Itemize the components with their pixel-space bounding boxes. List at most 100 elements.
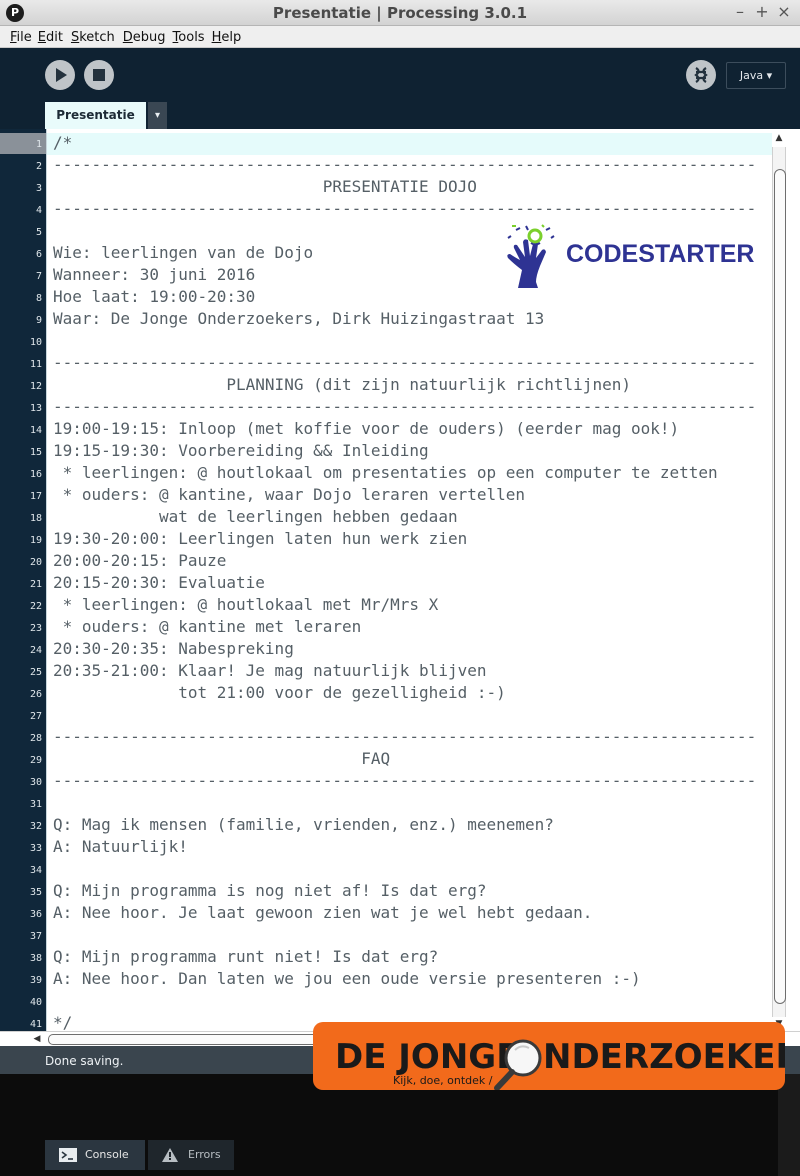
code-line: * leerlingen: @ houtlokaal om presentati… bbox=[53, 463, 718, 482]
stop-icon bbox=[93, 69, 105, 81]
line-number: 2 bbox=[35, 161, 42, 172]
line-number: 22 bbox=[29, 601, 42, 612]
run-icon bbox=[56, 68, 67, 82]
line-number: 10 bbox=[29, 337, 42, 348]
line-number: 1 bbox=[35, 139, 42, 150]
close-button[interactable]: × bbox=[774, 2, 794, 22]
run-button[interactable] bbox=[45, 60, 75, 90]
line-number: 8 bbox=[35, 293, 42, 304]
line-number: 30 bbox=[29, 777, 42, 788]
line-number: 5 bbox=[35, 227, 42, 238]
line-number: 20 bbox=[29, 557, 42, 568]
menu-edit[interactable]: Edit bbox=[38, 27, 63, 45]
menu-debug[interactable]: Debug bbox=[123, 27, 166, 45]
line-number: 3 bbox=[35, 183, 42, 194]
line-number: 31 bbox=[29, 799, 42, 810]
code-line: 19:30-20:00: Leerlingen laten hun werk z… bbox=[53, 529, 468, 548]
code-line: Hoe laat: 19:00-20:30 bbox=[53, 287, 256, 306]
menu-tools-label: ools bbox=[178, 30, 205, 45]
menu-help[interactable]: Help bbox=[212, 27, 242, 45]
code-line: FAQ bbox=[53, 749, 391, 768]
line-number: 9 bbox=[35, 315, 42, 326]
line-number: 15 bbox=[29, 447, 42, 458]
line-number: 41 bbox=[29, 1019, 42, 1030]
line-number: 17 bbox=[29, 491, 42, 502]
banner-title-onderzoekers: NDERZOEKERS bbox=[543, 1037, 785, 1077]
code-line: A: Natuurlijk! bbox=[53, 837, 188, 856]
menu-debug-label: ebug bbox=[132, 30, 166, 45]
menu-help-label: elp bbox=[221, 30, 242, 45]
menu-file-label: ile bbox=[16, 30, 32, 45]
code-line: Q: Mag ik mensen (familie, vrienden, enz… bbox=[53, 815, 554, 834]
code-line: /* bbox=[53, 133, 73, 152]
code-line: Q: Mijn programma is nog niet af! Is dat… bbox=[53, 881, 487, 900]
tab-console[interactable]: Console bbox=[45, 1140, 145, 1170]
sketch-tab-bar: Presentatie ▾ bbox=[0, 102, 800, 129]
codestarter-logo-text: CODESTARTER bbox=[566, 240, 754, 268]
debugger-button[interactable] bbox=[686, 60, 716, 90]
hand-icon bbox=[507, 224, 555, 288]
code-line: Wanneer: 30 juni 2016 bbox=[53, 265, 256, 284]
line-number: 11 bbox=[29, 359, 42, 370]
menu-sketch[interactable]: Sketch bbox=[71, 27, 115, 45]
menu-tools[interactable]: Tools bbox=[173, 27, 205, 45]
code-line: * ouders: @ kantine met leraren bbox=[53, 617, 362, 636]
banner-tagline: Kijk, doe, ontdek / bbox=[393, 1074, 493, 1087]
line-number: 26 bbox=[29, 689, 42, 700]
tab-errors-label: Errors bbox=[188, 1148, 221, 1161]
vertical-scrollbar[interactable]: ▲ ▼ bbox=[772, 129, 800, 1031]
tab-menu-dropdown[interactable]: ▾ bbox=[148, 102, 167, 129]
console-icon bbox=[59, 1148, 77, 1162]
line-number: 16 bbox=[29, 469, 42, 480]
line-number: 4 bbox=[35, 205, 42, 216]
menu-file[interactable]: File bbox=[10, 27, 32, 45]
scroll-left-arrow-icon[interactable]: ◀ bbox=[30, 1032, 44, 1046]
code-line: ----------------------------------------… bbox=[53, 199, 757, 218]
code-line: 20:30-20:35: Nabespreking bbox=[53, 639, 294, 658]
code-line: Waar: De Jonge Onderzoekers, Dirk Huizin… bbox=[53, 309, 545, 328]
maximize-button[interactable]: + bbox=[752, 2, 772, 22]
vertical-scroll-track[interactable] bbox=[772, 147, 786, 1017]
warning-icon bbox=[162, 1148, 178, 1162]
menu-sketch-label: ketch bbox=[79, 30, 115, 45]
active-line-highlight bbox=[47, 133, 772, 155]
tab-presentatie[interactable]: Presentatie bbox=[45, 102, 146, 129]
line-number: 18 bbox=[29, 513, 42, 524]
menu-help-accel: H bbox=[211, 30, 222, 45]
line-number: 32 bbox=[29, 821, 42, 832]
code-line: tot 21:00 voor de gezelligheid :-) bbox=[53, 683, 506, 702]
stop-button[interactable] bbox=[84, 60, 114, 90]
title-bar: P Presentatie | Processing 3.0.1 – + × bbox=[0, 0, 800, 26]
code-line: 20:35-21:00: Klaar! Je mag natuurlijk bl… bbox=[53, 661, 487, 680]
line-number: 7 bbox=[35, 271, 42, 282]
vertical-scroll-thumb[interactable] bbox=[774, 169, 786, 1004]
line-number: 36 bbox=[29, 909, 42, 920]
status-message: Done saving. bbox=[45, 1054, 124, 1068]
line-number: 23 bbox=[29, 623, 42, 634]
line-number: 38 bbox=[29, 953, 42, 964]
menu-edit-accel: E bbox=[37, 30, 46, 45]
tab-console-label: Console bbox=[85, 1148, 129, 1161]
line-number: 29 bbox=[29, 755, 42, 766]
code-line: 19:00-19:15: Inloop (met koffie voor de … bbox=[53, 419, 680, 438]
debugger-icon bbox=[694, 67, 708, 83]
code-line: A: Nee hoor. Je laat gewoon zien wat je … bbox=[53, 903, 593, 922]
code-editor: 1 2 3 4 5 6 7 8 9 10 11 12 13 14 15 16 17 18 19 20 21 22 23 24 2… bbox=[0, 129, 800, 1046]
line-number: 24 bbox=[29, 645, 42, 656]
line-number: 35 bbox=[29, 887, 42, 898]
minimize-button[interactable]: – bbox=[730, 2, 750, 22]
line-number: 6 bbox=[35, 249, 42, 260]
code-line: Wie: leerlingen van de Dojo bbox=[53, 243, 314, 262]
mode-selector-button[interactable]: Java ▾ bbox=[726, 62, 786, 89]
line-number-gutter: 1 2 3 4 5 6 7 8 9 10 11 12 13 14 15 16 17 18 19 20 21 22 23 24 2… bbox=[0, 129, 46, 1031]
scroll-up-arrow-icon[interactable]: ▲ bbox=[772, 131, 786, 145]
code-line: 19:15-19:30: Voorbereiding && Inleiding bbox=[53, 441, 429, 460]
codestarter-logo: CODESTARTER bbox=[507, 224, 754, 288]
line-number: 13 bbox=[29, 403, 42, 414]
line-number: 28 bbox=[29, 733, 42, 744]
line-number: 14 bbox=[29, 425, 42, 436]
code-line: ----------------------------------------… bbox=[53, 771, 757, 790]
tab-errors[interactable]: Errors bbox=[148, 1140, 234, 1170]
menu-bar: File Edit Sketch Debug Tools Help bbox=[0, 26, 800, 48]
processing-ide-window: P Presentatie | Processing 3.0.1 – + × F… bbox=[0, 0, 800, 1176]
